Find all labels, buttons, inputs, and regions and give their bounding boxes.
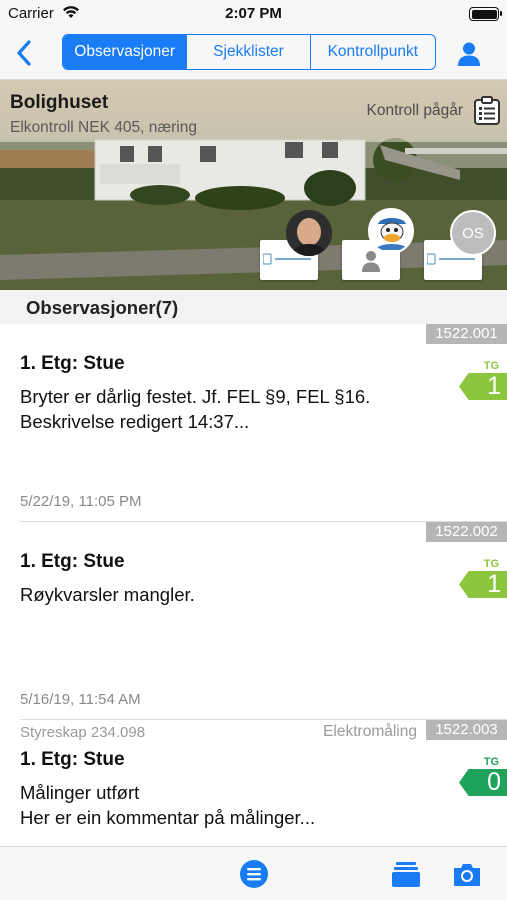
tab-observasjoner[interactable]: Observasjoner bbox=[63, 35, 188, 69]
person-icon[interactable] bbox=[455, 40, 483, 68]
battery-icon bbox=[469, 7, 502, 21]
status-bar: Carrier 2:07 PM bbox=[0, 0, 507, 28]
project-header: Bolighuset Elkontroll NEK 405, næring Ko… bbox=[0, 80, 507, 290]
observation-description: Røykvarsler mangler. bbox=[20, 584, 195, 605]
list-icon[interactable] bbox=[238, 859, 270, 889]
tg-label: TG bbox=[483, 360, 499, 372]
observation-date: 5/16/19, 11:54 AM bbox=[20, 691, 141, 708]
status-text: Kontroll pågår bbox=[366, 102, 463, 119]
folders-icon[interactable] bbox=[390, 859, 422, 889]
observation-item[interactable]: 1522.001 1. Etg: Stue Bryter er dårlig f… bbox=[0, 324, 507, 522]
nav-bar: Observasjoner Sjekklister Kontrollpunkt bbox=[0, 28, 507, 80]
observation-item[interactable]: 1522.002 1. Etg: Stue Røykvarsler mangle… bbox=[0, 522, 507, 720]
observation-description: Målinger utført Her er ein kommentar på … bbox=[20, 782, 316, 828]
chevron-left-icon[interactable] bbox=[10, 38, 40, 68]
tab-sjekklister[interactable]: Sjekklister bbox=[187, 35, 311, 69]
tg-badge: 1 bbox=[459, 373, 507, 400]
section-title: Observasjoner(7) bbox=[26, 297, 179, 318]
person-photo bbox=[286, 210, 332, 256]
observation-item[interactable]: Styreskap 234.098 Elektromåling 1522.003… bbox=[0, 720, 507, 846]
observation-id: 1522.002 bbox=[426, 522, 507, 542]
segment-control: Observasjoner Sjekklister Kontrollpunkt bbox=[62, 34, 436, 70]
tg-label: TG bbox=[483, 558, 499, 570]
avatar-initials[interactable]: OS bbox=[450, 210, 496, 256]
person-placeholder-icon bbox=[362, 251, 380, 272]
tab-kontrollpunkt[interactable]: Kontrollpunkt bbox=[311, 35, 435, 69]
observation-id: 1522.003 bbox=[426, 720, 507, 740]
clock: 2:07 PM bbox=[225, 5, 282, 22]
camera-icon[interactable] bbox=[451, 859, 483, 889]
checklist-icon[interactable] bbox=[473, 96, 501, 126]
avatar-1[interactable] bbox=[286, 210, 332, 256]
tg-badge: 0 bbox=[459, 769, 507, 796]
observation-description: Bryter er dårlig festet. Jf. FEL §9, FEL… bbox=[20, 386, 371, 432]
observation-location: 1. Etg: Stue bbox=[20, 551, 125, 572]
tg-label: TG bbox=[483, 756, 499, 768]
observation-type: Elektromåling bbox=[323, 723, 417, 740]
observation-id: 1522.001 bbox=[426, 324, 507, 344]
observation-component: Styreskap 234.098 bbox=[20, 724, 146, 741]
avatar-2[interactable] bbox=[368, 208, 414, 254]
project-title: Bolighuset bbox=[10, 92, 109, 113]
project-subtitle: Elkontroll NEK 405, næring bbox=[10, 119, 197, 136]
section-header: Observasjoner(7) bbox=[0, 290, 507, 324]
observation-location: 1. Etg: Stue bbox=[20, 353, 125, 374]
observation-date: 5/22/19, 11:05 PM bbox=[20, 493, 142, 510]
observation-location: 1. Etg: Stue bbox=[20, 749, 125, 770]
tg-badge: 1 bbox=[459, 571, 507, 598]
bottom-toolbar bbox=[0, 846, 507, 900]
